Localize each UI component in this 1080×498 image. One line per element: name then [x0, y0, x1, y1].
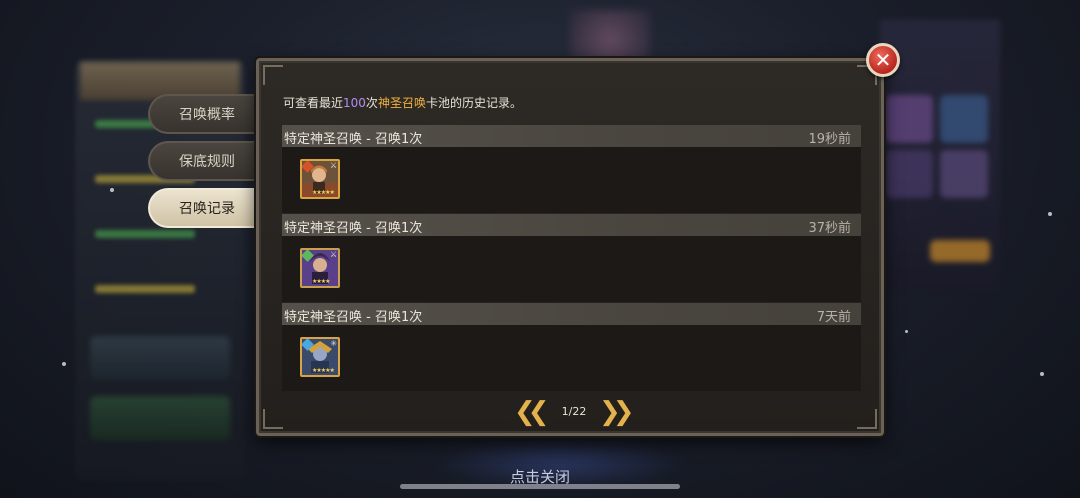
- tab-label: 召唤记录: [179, 201, 235, 217]
- page-indicator: 1/22: [561, 405, 587, 418]
- bg-stripe: [95, 230, 195, 238]
- record-time: 37秒前: [808, 221, 851, 236]
- history-record: 特定神圣召唤 - 召唤1次 7天前 ✳ ★★★★★: [282, 303, 861, 391]
- record-header: 特定神圣召唤 - 召唤1次 19秒前: [282, 125, 861, 147]
- snowflake: [1048, 212, 1052, 216]
- bg-stripe: [95, 285, 195, 293]
- hero-card[interactable]: ⚔ ★★★★★: [300, 159, 340, 199]
- snowflake: [62, 362, 66, 366]
- frame-corner: [263, 65, 283, 85]
- dagger-icon: ⚔: [329, 161, 337, 170]
- star-icon: ✳: [330, 339, 337, 348]
- home-indicator: [400, 484, 680, 489]
- desc-prefix: 可查看最近: [283, 96, 344, 110]
- record-title: 特定神圣召唤 - 召唤1次: [284, 310, 423, 325]
- snowflake: [110, 188, 114, 192]
- desc-pool-name: 神圣召唤: [377, 96, 426, 110]
- summon-history-dialog: 可查看最近100次神圣召唤卡池的历史记录。 特定神圣召唤 - 召唤1次 19秒前…: [256, 58, 884, 436]
- tab-label: 保底规则: [179, 154, 235, 170]
- dagger-icon: ⚔: [329, 250, 337, 259]
- tab-summon-history[interactable]: 召唤记录: [148, 188, 254, 228]
- star-rating: ★★★★★: [312, 189, 335, 196]
- record-body: ⚔ ★★★★★: [282, 147, 861, 213]
- tab-pity-rules[interactable]: 保底规则: [148, 141, 254, 181]
- hero-card[interactable]: ✳ ★★★★★: [300, 337, 340, 377]
- pagination: ❮❮ 1/22 ❯❯: [259, 399, 881, 427]
- desc-middle: 次: [365, 96, 378, 110]
- bg-tile: [940, 95, 988, 143]
- close-button[interactable]: ✕: [866, 43, 900, 77]
- record-time: 7天前: [816, 310, 851, 325]
- previous-page-button[interactable]: ❮❮: [514, 399, 549, 425]
- close-icon: ✕: [874, 48, 892, 72]
- bg-tile: [930, 240, 990, 262]
- star-rating: ★★★★: [312, 278, 330, 285]
- record-header: 特定神圣召唤 - 召唤1次 7天前: [282, 303, 861, 325]
- desc-suffix: 卡池的历史记录。: [425, 96, 522, 110]
- bg-tile: [885, 150, 933, 198]
- snowflake: [1040, 372, 1044, 376]
- bg-button: [90, 336, 230, 380]
- bg-tile: [885, 95, 933, 143]
- tab-summon-rates[interactable]: 召唤概率: [148, 94, 254, 134]
- record-time: 19秒前: [808, 132, 851, 147]
- history-record: 特定神圣召唤 - 召唤1次 19秒前 ⚔ ★★★★★: [282, 125, 861, 213]
- record-body: ⚔ ★★★★: [282, 236, 861, 302]
- tab-label: 召唤概率: [179, 107, 235, 123]
- record-title: 特定神圣召唤 - 召唤1次: [284, 221, 423, 236]
- history-description: 可查看最近100次神圣召唤卡池的历史记录。: [283, 94, 522, 111]
- next-page-button[interactable]: ❯❯: [599, 399, 634, 425]
- bg-tile: [940, 150, 988, 198]
- history-record: 特定神圣召唤 - 召唤1次 37秒前 ⚔ ★★★★: [282, 214, 861, 302]
- record-title: 特定神圣召唤 - 召唤1次: [284, 132, 423, 147]
- bg-button: [90, 396, 230, 440]
- record-header: 特定神圣召唤 - 召唤1次 37秒前: [282, 214, 861, 236]
- snowflake: [905, 330, 908, 333]
- desc-count: 100: [343, 96, 366, 110]
- record-body: ✳ ★★★★★: [282, 325, 861, 391]
- star-rating: ★★★★★: [312, 367, 335, 374]
- hero-card[interactable]: ⚔ ★★★★: [300, 248, 340, 288]
